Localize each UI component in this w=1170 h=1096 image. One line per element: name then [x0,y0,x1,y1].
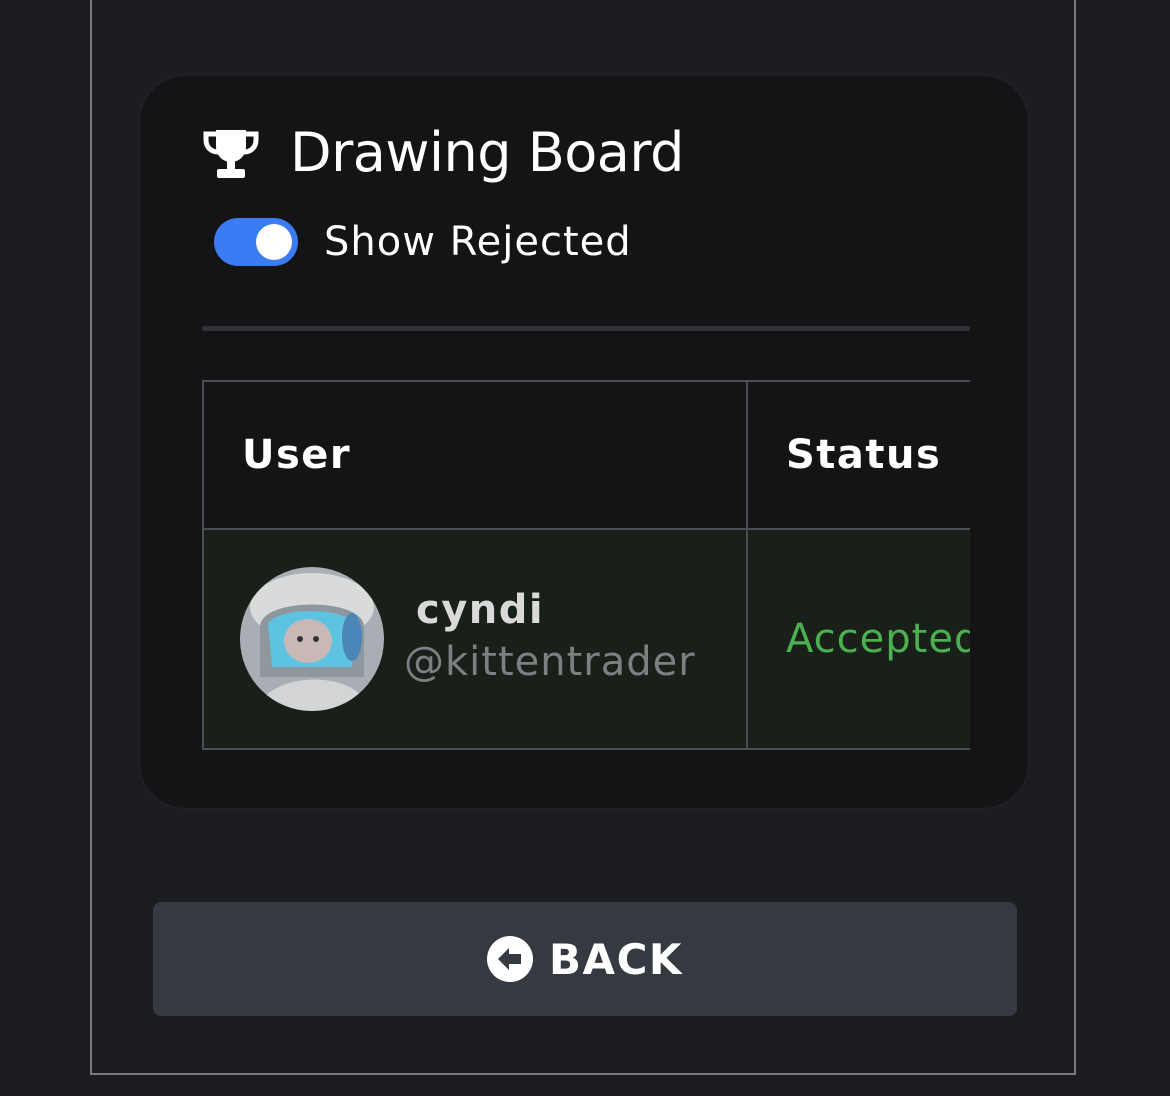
user-name[interactable]: cyndi [416,584,696,636]
toggle-knob [256,224,292,260]
divider [202,326,970,331]
back-button[interactable]: BACK [153,902,1017,1016]
status-cell: Accepted [746,528,970,750]
card-title: Drawing Board [290,121,684,184]
show-rejected-row: Show Rejected [214,218,632,266]
trophy-icon [202,124,260,182]
user-cell: cyndi @kittentrader [202,528,748,750]
arrow-left-circle-icon [487,936,534,982]
user-block[interactable]: cyndi @kittentrader [240,567,746,711]
user-text: cyndi @kittentrader [404,584,696,688]
avatar[interactable] [240,567,384,711]
column-header-status[interactable]: Status [746,380,970,530]
table-row[interactable]: cyndi @kittentrader Accepted [202,528,970,750]
column-header-user[interactable]: User [202,380,748,530]
submissions-table: User Status cyndi @kittentrader Accepted [202,380,970,750]
submissions-table-scroll[interactable]: User Status cyndi @kittentrader Accepted [202,380,970,750]
show-rejected-label[interactable]: Show Rejected [324,219,632,265]
user-handle: @kittentrader [404,639,696,685]
drawing-board-card: Drawing Board Show Rejected User Status [138,74,1030,810]
back-button-label: BACK [549,934,683,984]
table-header-row: User Status [202,380,970,530]
show-rejected-toggle[interactable] [214,218,298,266]
card-header: Drawing Board [202,124,684,182]
